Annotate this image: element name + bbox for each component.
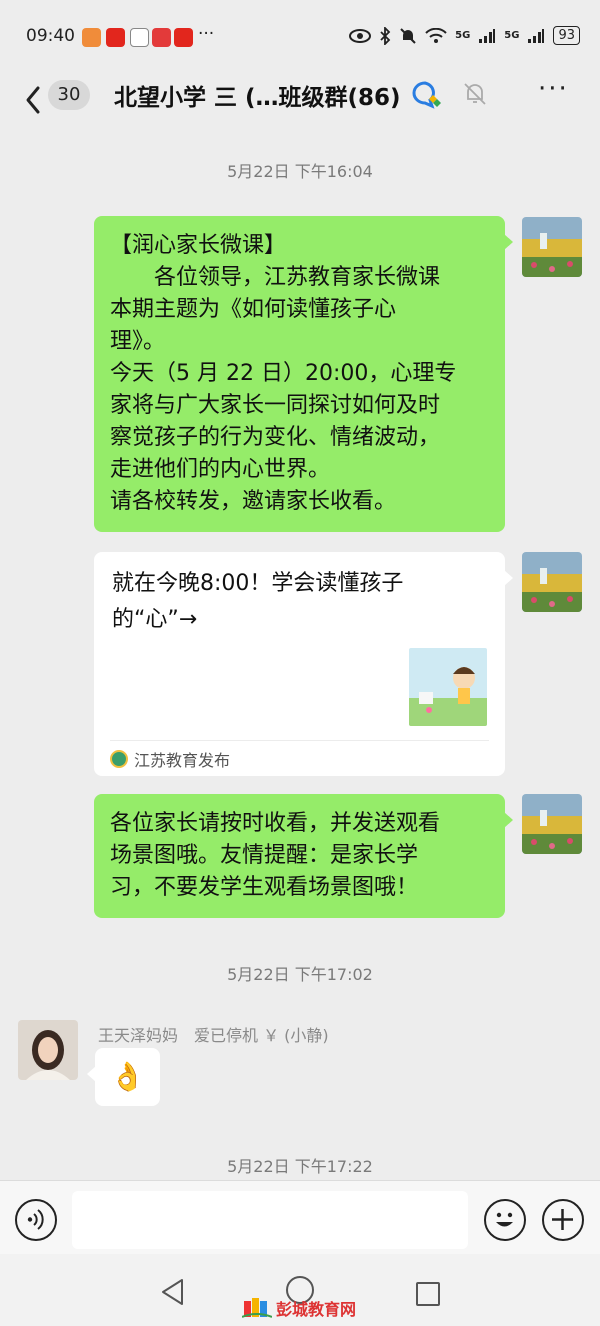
- message-line: 理》。: [110, 329, 166, 354]
- input-bar: [0, 1180, 600, 1254]
- voice-toggle-button[interactable]: [15, 1199, 57, 1241]
- wifi-icon: [425, 27, 447, 43]
- signal-icon: [528, 28, 545, 43]
- timestamp: 5月22日 下午16:04: [227, 162, 373, 181]
- timestamp: 5月22日 下午17:22: [227, 1157, 373, 1176]
- watermark: 彭城教育网: [242, 1296, 356, 1320]
- more-icon[interactable]: ···: [538, 74, 569, 104]
- shared-article-card[interactable]: 就在今晚8:00！学会读懂孩子的“心”→ 江苏教育发布: [94, 552, 513, 776]
- more-actions-button[interactable]: [542, 1199, 584, 1241]
- group-chat-icon: [412, 81, 441, 109]
- message-line: 走进他们的内心世界。: [110, 457, 331, 482]
- message-line: 【润心家长微课】: [110, 233, 287, 258]
- status-time: 09:40: [26, 26, 75, 46]
- nav-back-icon[interactable]: [160, 1278, 186, 1306]
- nav-recent-icon[interactable]: [416, 1282, 440, 1306]
- mail-notif-icon: [152, 28, 171, 47]
- bluetooth-icon: [380, 26, 391, 45]
- message-line: 各位家长请按时收看，并发送观看: [110, 811, 441, 836]
- status-bar: 09:40 ··· 5G 5G 93: [0, 0, 600, 72]
- divider: [110, 740, 489, 741]
- unread-count-badge[interactable]: 30: [48, 80, 90, 110]
- plus-icon: [552, 1209, 573, 1230]
- eye-icon: [349, 28, 372, 43]
- mute-bell-icon: [400, 27, 416, 44]
- message-line: 今天（5 月 22 日）20:00，心理专: [110, 361, 457, 386]
- app-notif-icon: [106, 28, 125, 47]
- official-account-icon: [110, 750, 128, 768]
- message-line: 本期主题为《如何读懂孩子心: [110, 297, 397, 322]
- signal-label: 5G: [455, 30, 471, 41]
- user-avatar[interactable]: [18, 1020, 78, 1080]
- status-icons: 5G 5G 93: [349, 26, 580, 45]
- message-bubble-self[interactable]: 【润心家长微课】 各位领导，江苏教育家长微课 本期主题为《如何读懂孩子心 理》。…: [94, 216, 513, 532]
- signal-icon: [479, 28, 496, 43]
- chat-header: 30 北望小学 三 (…班级群(86) ···: [0, 72, 600, 128]
- message-bubble-other[interactable]: 👌: [87, 1048, 160, 1106]
- message-line: 习，不要发学生观看场景图哦！: [110, 875, 419, 900]
- chat-title[interactable]: 北望小学 三 (…班级群(86): [114, 78, 401, 112]
- card-source-name: 江苏教育发布: [134, 751, 231, 770]
- card-thumbnail: [409, 648, 487, 726]
- card-title: 就在今晚8:00！学会读懂孩子的“心”→: [112, 571, 404, 632]
- more-notifications-icon: ···: [198, 24, 215, 44]
- battery-icon: 93: [553, 26, 580, 45]
- message-input[interactable]: [72, 1191, 468, 1249]
- message-line: 各位领导，江苏教育家长微课: [154, 265, 441, 290]
- signal-label: 5G: [504, 30, 520, 41]
- message-bubble-self[interactable]: 各位家长请按时收看，并发送观看 场景图哦。友情提醒：是家长学 习，不要发学生观看…: [94, 794, 513, 918]
- app-notif-icon: [174, 28, 193, 47]
- chat-notif-icon: [130, 28, 149, 47]
- voice-icon: [27, 1209, 44, 1230]
- timestamp: 5月22日 下午17:02: [227, 965, 373, 984]
- back-icon[interactable]: [20, 80, 50, 120]
- mute-icon: [464, 83, 486, 105]
- sender-name: 王天泽妈妈 爱已停机 ￥ (小静): [98, 1026, 329, 1045]
- message-line: 场景图哦。友情提醒：是家长学: [110, 843, 419, 868]
- app-notif-icon: [82, 28, 101, 47]
- self-avatar[interactable]: [522, 217, 582, 277]
- watermark-text: 彭城教育网: [276, 1300, 357, 1319]
- emoji-icon: [496, 1212, 513, 1227]
- books-logo-icon: [242, 1298, 272, 1318]
- self-avatar[interactable]: [522, 552, 582, 612]
- self-avatar[interactable]: [522, 794, 582, 854]
- card-source: 江苏教育发布: [110, 747, 230, 771]
- emoji-button[interactable]: [484, 1199, 526, 1241]
- message-line: 家将与广大家长一同探讨如何及时: [110, 393, 441, 418]
- message-line: 请各校转发，邀请家长收看。: [110, 489, 397, 514]
- message-line: 察觉孩子的行为变化、情绪波动，: [110, 425, 441, 450]
